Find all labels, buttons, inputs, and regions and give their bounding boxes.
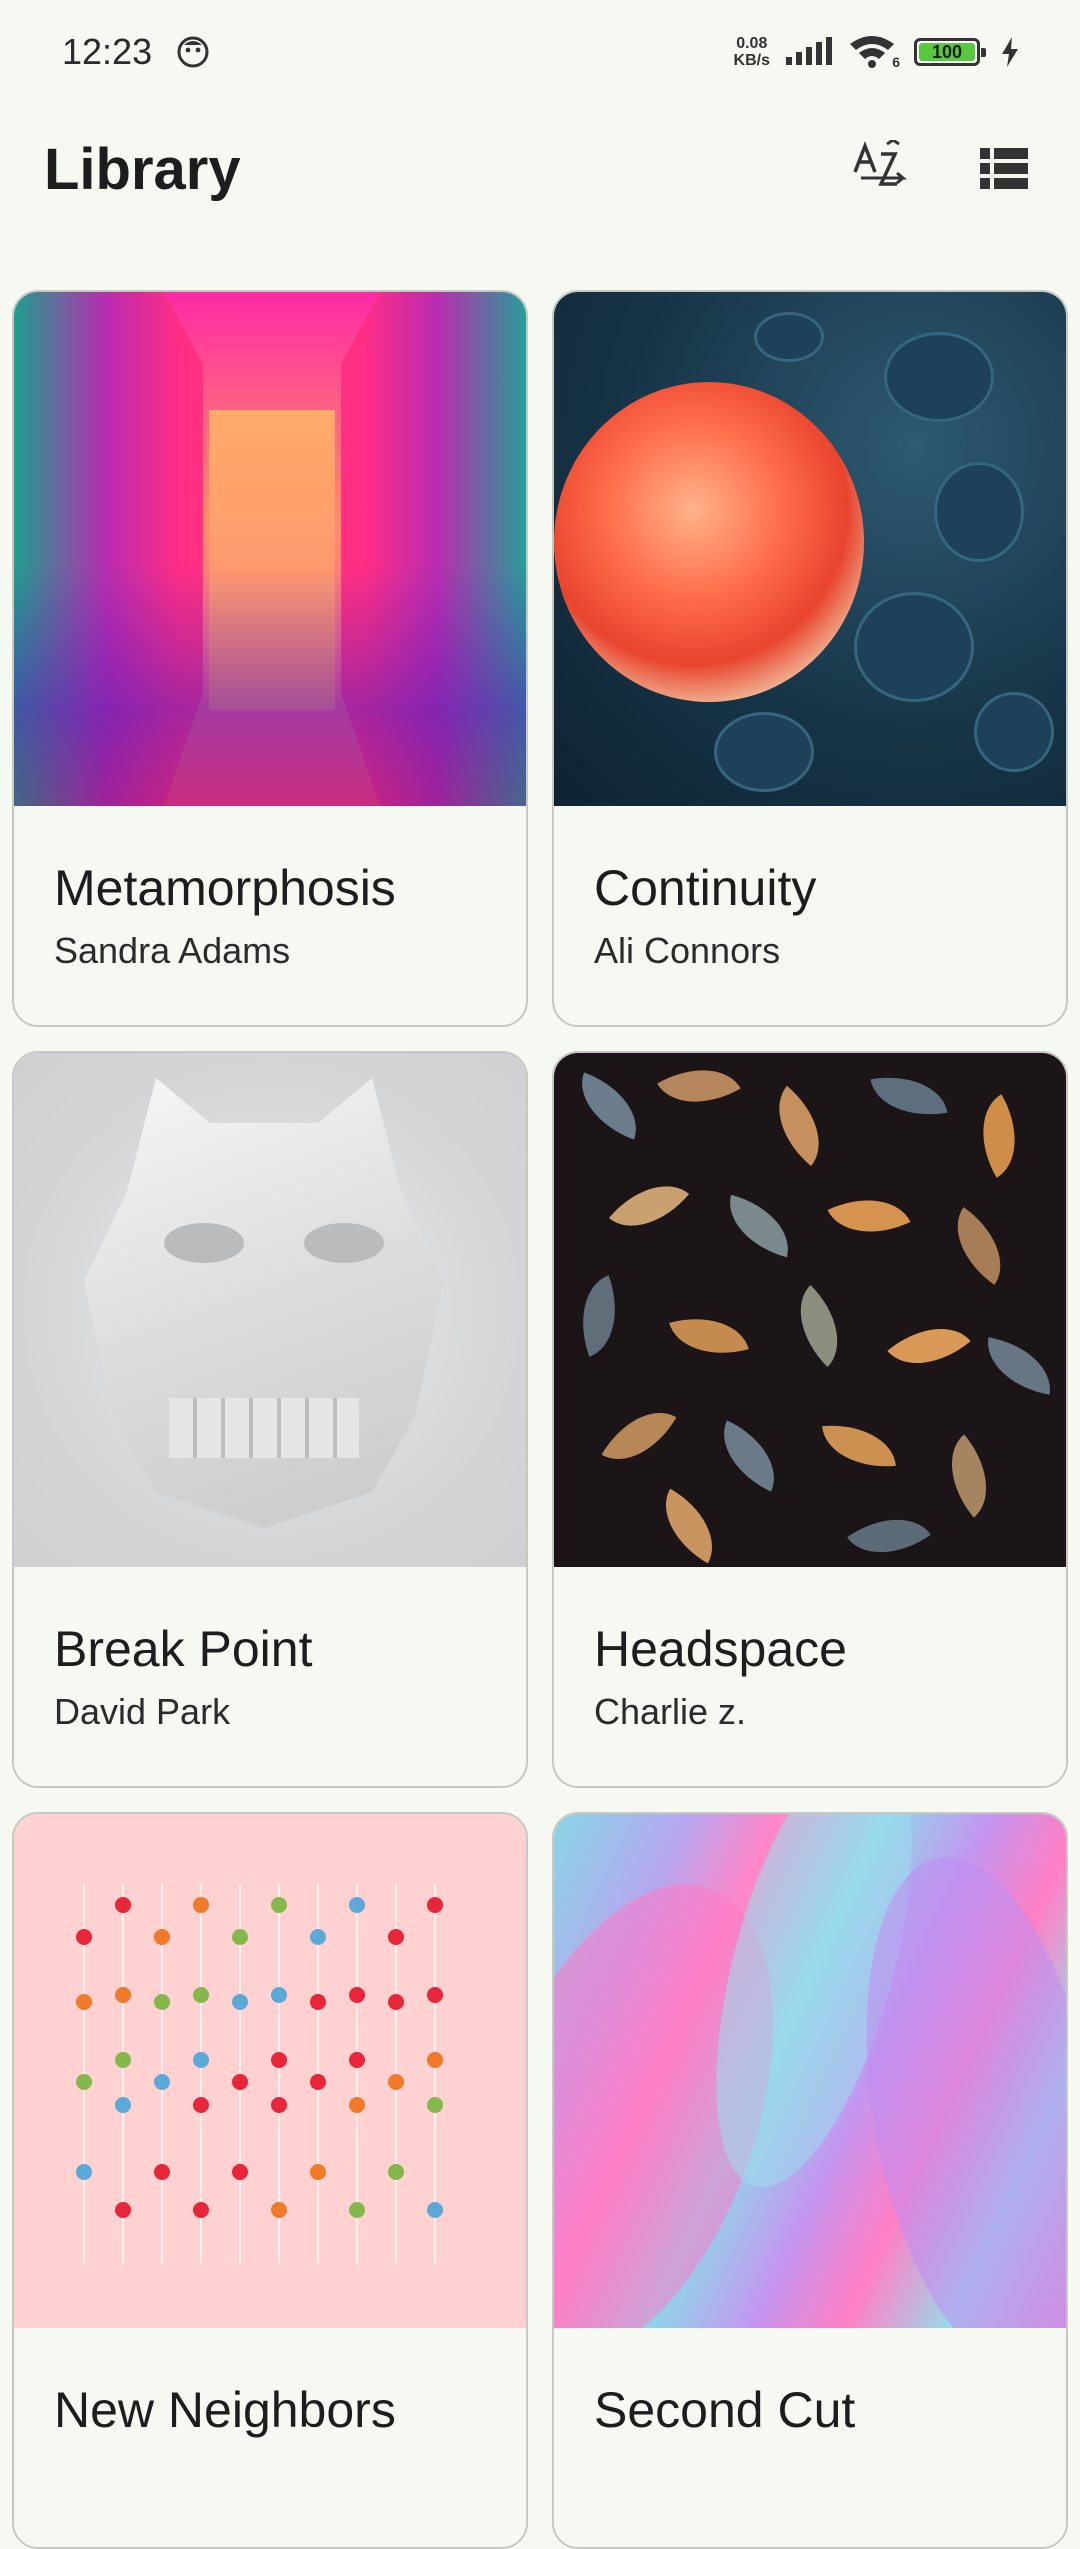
top-actions [850, 137, 1036, 201]
battery-level: 100 [931, 41, 963, 62]
card-title: Break Point [54, 1621, 313, 1677]
charging-icon [1002, 37, 1018, 67]
card-author: Charlie z. [594, 1691, 747, 1732]
card-image [14, 1814, 526, 2328]
card-break-point[interactable]: Break Point David Park [12, 1051, 528, 1788]
network-speed-value: 0.08 [736, 35, 768, 52]
card-image [14, 1053, 526, 1567]
card-continuity[interactable]: Continuity Ali Connors [552, 290, 1068, 1027]
page-title: Library [44, 136, 241, 202]
card-author: Ali Connors [594, 930, 781, 971]
card-title: New Neighbors [54, 2382, 396, 2438]
card-second-cut[interactable]: Second Cut [552, 1812, 1068, 2549]
battery-indicator: 100 [914, 38, 986, 66]
wifi-label: 6 [892, 54, 900, 70]
smiley-notification-icon [177, 36, 209, 68]
sort-az-icon [853, 140, 908, 186]
card-new-neighbors[interactable]: New Neighbors [12, 1812, 528, 2549]
card-image [554, 1814, 1066, 2328]
card-title: Continuity [594, 860, 817, 916]
sort-button[interactable] [850, 137, 914, 201]
network-speed-unit: KB/s [733, 52, 770, 69]
card-headspace[interactable]: Headspace Charlie z. [552, 1051, 1068, 1788]
card-image [554, 1053, 1066, 1567]
card-title: Metamorphosis [54, 860, 396, 916]
wifi-indicator: 6 [848, 34, 900, 70]
view-toggle-button[interactable] [972, 137, 1036, 201]
top-app-bar: Library [0, 104, 1080, 234]
wifi-icon [850, 36, 894, 68]
network-speed: 0.08 KB/s [734, 35, 770, 69]
card-image [14, 292, 526, 806]
status-right-group: 0.08 KB/s 6 100 [734, 34, 1020, 70]
status-time: 12:23 [62, 31, 153, 72]
status-bar: 12:23 0.08 KB/s 6 100 [0, 0, 1080, 104]
signal-icon [786, 37, 832, 65]
card-author: Sandra Adams [54, 930, 291, 971]
card-author: David Park [54, 1691, 231, 1732]
card-title: Headspace [594, 1621, 847, 1677]
card-image [554, 292, 1066, 806]
library-grid: Metamorphosis Sandra Adams Continuity Al… [12, 290, 1068, 2549]
list-view-icon [980, 148, 1028, 189]
card-title: Second Cut [594, 2382, 856, 2438]
card-metamorphosis[interactable]: Metamorphosis Sandra Adams [12, 290, 528, 1027]
